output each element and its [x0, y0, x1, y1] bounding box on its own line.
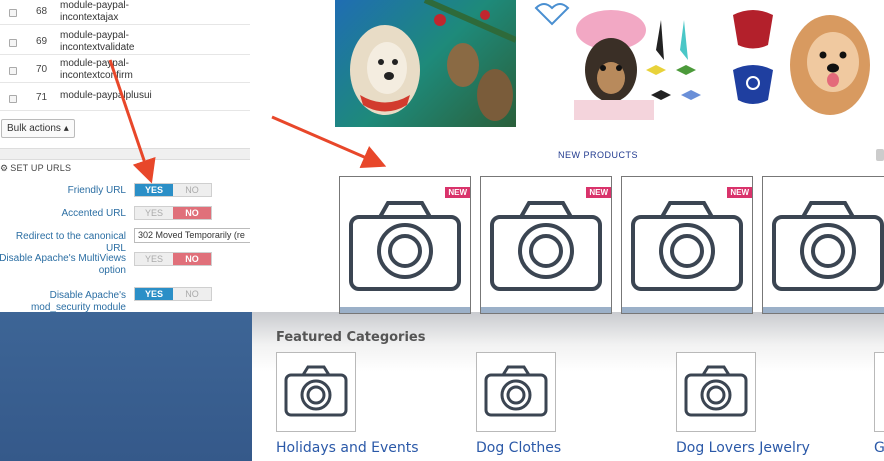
product-bar [763, 307, 884, 313]
storefront-featured-section: Featured Categories Holidays and Events … [252, 312, 884, 461]
category-label[interactable]: Dog Lovers Jewelry [676, 440, 876, 456]
category-card[interactable]: Dog Clothes [476, 352, 676, 456]
shop-preview-panel: NEW PRODUCTS NEW NEW NEW [250, 0, 884, 314]
row-number: 68 [36, 6, 48, 17]
new-products-title: NEW PRODUCTS [558, 150, 638, 160]
dog-harness-banner[interactable] [718, 0, 884, 127]
redirect-select[interactable]: 302 Moved Temporarily (re [134, 228, 255, 243]
product-bar [340, 307, 470, 313]
module-name: module-paypalplusui [60, 90, 152, 101]
redirect-label: Redirect to the canonical URL [15, 231, 126, 254]
product-card[interactable]: NEW [480, 176, 612, 314]
module-name: module-paypal-incontextajax [60, 0, 129, 23]
puppy-accessories-banner[interactable] [526, 0, 708, 127]
redirect-value: 302 Moved Temporarily (re [138, 230, 245, 240]
product-bar [622, 307, 752, 313]
product-card[interactable]: NEW [339, 176, 471, 314]
desktop-background [0, 312, 255, 461]
camera-icon [490, 201, 602, 291]
camera-icon[interactable] [874, 352, 884, 432]
mod-security-label: Disable Apache's mod_security module [30, 290, 126, 313]
friendly-url-toggle[interactable]: YES NO [134, 183, 212, 197]
row-checkbox[interactable] [9, 67, 17, 75]
accented-url-label: Accented URL [61, 208, 126, 219]
toggle-yes[interactable]: YES [135, 288, 173, 300]
row-number: 70 [36, 64, 48, 75]
category-card[interactable]: G [874, 352, 884, 456]
camera-icon [349, 201, 461, 291]
toggle-no[interactable]: NO [173, 207, 211, 219]
module-name: module-paypal-incontextvalidate [60, 30, 135, 53]
toggle-no[interactable]: NO [173, 288, 211, 300]
christmas-dog-banner[interactable] [335, 0, 518, 127]
carousel-prev-icon[interactable] [876, 149, 884, 161]
table-row: 68 module-paypal-incontextajax [0, 0, 250, 25]
product-card[interactable]: NEW [621, 176, 753, 314]
product-card[interactable] [762, 176, 884, 314]
category-card[interactable]: Holidays and Events [276, 352, 476, 456]
section-divider [0, 148, 250, 160]
admin-panel: 68 module-paypal-incontextajax 69 module… [0, 0, 255, 313]
bulk-actions-button[interactable]: Bulk actions ▴ [1, 119, 75, 138]
category-label[interactable]: Holidays and Events [276, 440, 476, 456]
multiviews-label: Disable Apache's MultiViews option [0, 253, 126, 276]
camera-icon[interactable] [476, 352, 556, 432]
featured-categories-title: Featured Categories [276, 330, 426, 345]
category-label[interactable]: G [874, 440, 884, 456]
mod-security-toggle[interactable]: YES NO [134, 287, 212, 301]
product-bar [481, 307, 611, 313]
camera-icon [772, 201, 884, 291]
camera-icon [631, 201, 743, 291]
gear-icon: ⚙ [0, 163, 9, 173]
friendly-url-label: Friendly URL [67, 185, 126, 196]
camera-icon[interactable] [276, 352, 356, 432]
row-number: 71 [36, 92, 48, 103]
toggle-yes[interactable]: YES [135, 207, 173, 219]
caret-up-icon: ▴ [63, 123, 69, 134]
toggle-no[interactable]: NO [173, 184, 211, 196]
table-row: 70 module-paypal-incontextconfirm [0, 58, 250, 83]
bulk-actions-label: Bulk actions [7, 123, 61, 134]
table-row: 69 module-paypal-incontextvalidate [0, 30, 250, 55]
row-number: 69 [36, 36, 48, 47]
section-title: SET UP URLS [10, 163, 72, 173]
toggle-yes[interactable]: YES [135, 184, 173, 196]
accented-url-toggle[interactable]: YES NO [134, 206, 212, 220]
toggle-yes[interactable]: YES [135, 253, 173, 265]
row-checkbox[interactable] [9, 9, 17, 17]
table-row: 71 module-paypalplusui [0, 86, 250, 111]
toggle-no[interactable]: NO [173, 253, 211, 265]
camera-icon[interactable] [676, 352, 756, 432]
category-card[interactable]: Dog Lovers Jewelry [676, 352, 876, 456]
module-name: module-paypal-incontextconfirm [60, 58, 133, 81]
row-checkbox[interactable] [9, 39, 17, 47]
section-header: ⚙ SET UP URLS [0, 163, 71, 174]
category-label[interactable]: Dog Clothes [476, 440, 676, 456]
multiviews-toggle[interactable]: YES NO [134, 252, 212, 266]
row-checkbox[interactable] [9, 95, 17, 103]
